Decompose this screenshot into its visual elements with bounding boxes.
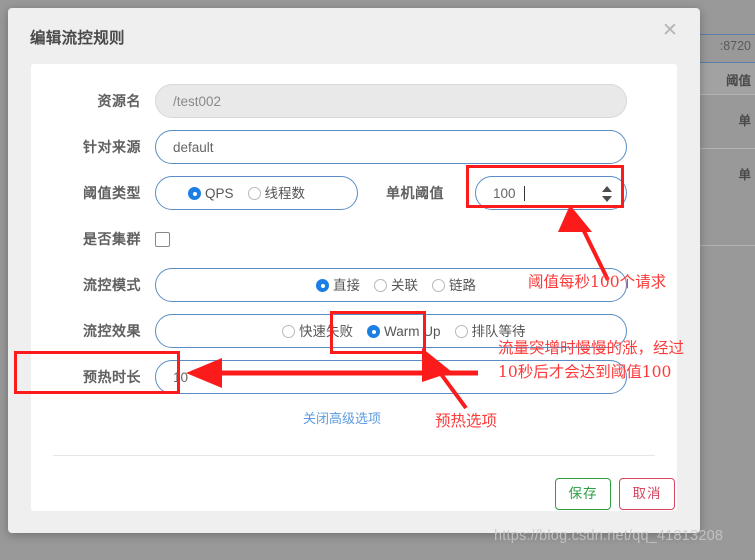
field-row-is-cluster: 是否集群 — [31, 222, 677, 256]
flow-mode-radio-group: 直接 关联 链路 — [155, 268, 627, 302]
radio-label: 关联 — [391, 278, 418, 293]
label-warmup-duration: 预热时长 — [83, 369, 141, 385]
field-row-resource-name: 资源名 /test002 — [31, 84, 677, 118]
save-button[interactable]: 保存 — [555, 478, 611, 510]
single-threshold-input[interactable]: 100 — [475, 176, 627, 210]
radio-label: Warm Up — [384, 324, 441, 339]
label-flow-mode: 流控模式 — [83, 277, 141, 293]
toggle-advanced-options-link[interactable]: 关闭高级选项 — [303, 408, 381, 427]
radio-flow-mode-direct[interactable]: 直接 — [316, 269, 360, 303]
resource-name-value: /test002 — [173, 94, 222, 109]
edit-flow-rule-dialog: 编辑流控规则 ✕ 资源名 /test002 针对来源 default 阈值类型 — [8, 8, 700, 533]
radio-flow-effect-fast-fail[interactable]: 快速失败 — [282, 315, 353, 349]
field-row-flow-effect: 流控效果 快速失败 Warm Up 排队等待 — [31, 314, 677, 348]
watermark: https://blog.csdn.net/qq_41813208 — [494, 528, 724, 544]
radio-label: 排队等待 — [471, 324, 526, 339]
dialog-body: 资源名 /test002 针对来源 default 阈值类型 QPS 线程数 单… — [31, 64, 677, 511]
cancel-button[interactable]: 取消 — [619, 478, 675, 510]
radio-label: 线程数 — [264, 186, 306, 201]
resource-name-input: /test002 — [155, 84, 627, 118]
radio-label: 直接 — [333, 278, 360, 293]
radio-label: QPS — [205, 186, 234, 201]
background-cell-0: 单 — [738, 114, 751, 128]
radio-dot-icon — [316, 279, 329, 292]
label-threshold-type: 阈值类型 — [83, 185, 141, 201]
field-row-warmup-duration: 预热时长 10 — [31, 360, 677, 394]
background-cell-1: 单 — [738, 168, 751, 182]
label-is-cluster: 是否集群 — [83, 231, 141, 247]
field-row-origin: 针对来源 default — [31, 130, 677, 164]
radio-flow-mode-related[interactable]: 关联 — [374, 269, 418, 303]
radio-dot-icon — [374, 279, 387, 292]
screen: :8720 阈值 单 单 编辑流控规则 ✕ 资源名 /test002 针对来源 … — [0, 0, 755, 560]
is-cluster-checkbox[interactable] — [155, 232, 170, 247]
origin-input[interactable]: default — [155, 130, 627, 164]
label-single-threshold: 单机阈值 — [386, 185, 444, 201]
radio-dot-icon — [282, 325, 295, 338]
background-col-header-threshold: 阈值 — [725, 74, 751, 88]
threshold-type-radio-group: QPS 线程数 — [155, 176, 358, 210]
label-flow-effect: 流控效果 — [83, 323, 141, 339]
warmup-duration-input[interactable]: 10 — [155, 360, 627, 394]
origin-value: default — [173, 140, 214, 155]
radio-flow-effect-warm-up[interactable]: Warm Up — [367, 315, 441, 349]
radio-dot-icon — [188, 187, 201, 200]
close-icon[interactable]: ✕ — [658, 18, 682, 42]
radio-label: 链路 — [449, 278, 476, 293]
label-origin: 针对来源 — [83, 139, 141, 155]
radio-flow-effect-queue[interactable]: 排队等待 — [454, 315, 526, 349]
label-resource-name: 资源名 — [97, 93, 141, 109]
radio-dot-icon — [454, 325, 468, 338]
radio-dot-icon — [432, 279, 445, 292]
field-row-threshold-type: 阈值类型 QPS 线程数 单机阈值 100 — [31, 176, 677, 210]
background-port-cell: :8720 — [719, 39, 751, 53]
spinner-arrows-icon[interactable] — [602, 186, 613, 202]
radio-label: 快速失败 — [299, 324, 353, 339]
dialog-title: 编辑流控规则 — [30, 30, 125, 47]
single-threshold-value: 100 — [493, 186, 516, 201]
radio-dot-icon — [367, 325, 380, 338]
text-caret — [524, 186, 525, 201]
radio-dot-icon — [247, 187, 261, 200]
radio-threshold-type-qps[interactable]: QPS — [188, 177, 234, 211]
warmup-duration-value: 10 — [173, 370, 189, 385]
field-row-flow-mode: 流控模式 直接 关联 链路 — [31, 268, 677, 302]
radio-threshold-type-threads[interactable]: 线程数 — [247, 177, 306, 211]
radio-flow-mode-chain[interactable]: 链路 — [432, 269, 476, 303]
flow-effect-radio-group: 快速失败 Warm Up 排队等待 — [155, 314, 627, 348]
